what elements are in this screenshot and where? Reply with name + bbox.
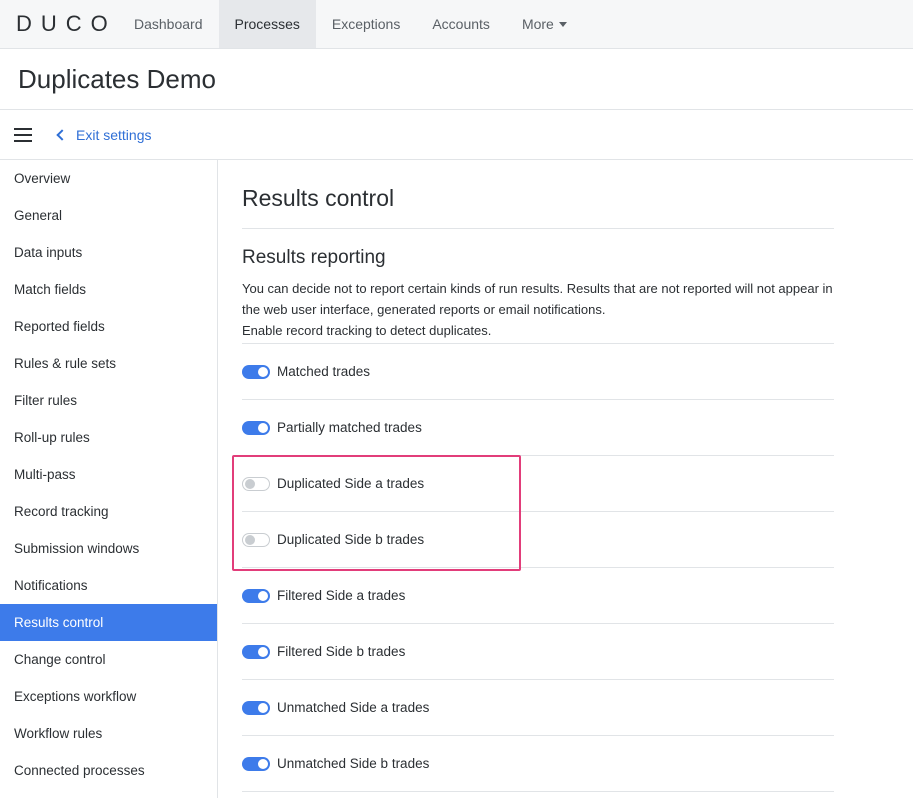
nav-dashboard[interactable]: Dashboard [118, 0, 219, 48]
sidebar-item-submission-windows[interactable]: Submission windows [0, 530, 217, 567]
toggle-label: Filtered Side a trades [277, 588, 406, 603]
toggle-switch-partially-matched[interactable] [242, 420, 270, 435]
sidebar-item-match-fields[interactable]: Match fields [0, 271, 217, 308]
sidebar-item-rollup-rules[interactable]: Roll-up rules [0, 419, 217, 456]
toggle-row-duplicated-side-a: Duplicated Side a trades [242, 456, 834, 512]
exit-settings-label: Exit settings [76, 126, 152, 143]
toggle-row-partially-matched: Partially matched trades [242, 400, 834, 456]
sidebar-item-data-inputs[interactable]: Data inputs [0, 234, 217, 271]
description: You can decide not to report certain kin… [242, 278, 834, 341]
toggle-switch-unmatched-side-a[interactable] [242, 700, 270, 715]
sidebar-item-overview[interactable]: Overview [0, 160, 217, 197]
settings-bar: Exit settings [0, 110, 913, 160]
nav-exceptions[interactable]: Exceptions [316, 0, 416, 48]
toggle-switch-filtered-side-a[interactable] [242, 588, 270, 603]
toggle-label: Unmatched Side a trades [277, 700, 430, 715]
toggle-list: Matched trades Partially matched trades … [242, 343, 834, 792]
toggle-label: Filtered Side b trades [277, 644, 406, 659]
sidebar-item-workflow-rules[interactable]: Workflow rules [0, 715, 217, 752]
toggle-label: Unmatched Side b trades [277, 756, 430, 771]
toggle-label: Matched trades [277, 364, 371, 379]
description-line-1: You can decide not to report certain kin… [242, 281, 833, 317]
hamburger-menu-icon[interactable] [14, 127, 32, 142]
toggle-switch-duplicated-side-a[interactable] [242, 476, 270, 491]
nav-accounts[interactable]: Accounts [416, 0, 506, 48]
sidebar-item-filter-rules[interactable]: Filter rules [0, 382, 217, 419]
settings-sidebar: Overview General Data inputs Match field… [0, 160, 218, 798]
nav-more[interactable]: More [506, 0, 583, 48]
chevron-left-icon [56, 128, 68, 141]
toggle-label: Duplicated Side a trades [277, 476, 425, 491]
sidebar-item-results-control[interactable]: Results control [0, 604, 217, 641]
toggle-row-filtered-side-b: Filtered Side b trades [242, 624, 834, 680]
top-nav: DUCO Dashboard Processes Exceptions Acco… [0, 0, 913, 49]
toggle-row-matched: Matched trades [242, 344, 834, 400]
toggle-switch-duplicated-side-b[interactable] [242, 532, 270, 547]
toggle-label: Duplicated Side b trades [277, 532, 425, 547]
sidebar-item-rules[interactable]: Rules & rule sets [0, 345, 217, 382]
toggle-switch-filtered-side-b[interactable] [242, 644, 270, 659]
toggle-switch-unmatched-side-b[interactable] [242, 756, 270, 771]
caret-down-icon [558, 21, 567, 27]
toggle-row-filtered-side-a: Filtered Side a trades [242, 568, 834, 624]
duco-logo[interactable]: DUCO [0, 0, 118, 48]
title-bar: Duplicates Demo [0, 49, 913, 110]
nav-processes[interactable]: Processes [218, 0, 316, 48]
sidebar-item-reported-fields[interactable]: Reported fields [0, 308, 217, 345]
main-content: Results control Results reporting You ca… [242, 160, 834, 792]
sidebar-item-general[interactable]: General [0, 197, 217, 234]
subsection-heading: Results reporting [242, 247, 386, 268]
sidebar-item-notifications[interactable]: Notifications [0, 567, 217, 604]
toggle-row-unmatched-side-b: Unmatched Side b trades [242, 736, 834, 792]
toggle-label: Partially matched trades [277, 420, 422, 435]
sidebar-item-multi-pass[interactable]: Multi-pass [0, 456, 217, 493]
sidebar-item-connected-processes[interactable]: Connected processes [0, 752, 217, 789]
section-heading: Results control [242, 185, 834, 229]
page-title: Duplicates Demo [18, 63, 216, 94]
nav-more-label: More [521, 16, 554, 32]
sidebar-item-exceptions-workflow[interactable]: Exceptions workflow [0, 678, 217, 715]
description-line-2: Enable record tracking to detect duplica… [242, 323, 492, 338]
sidebar-item-change-control[interactable]: Change control [0, 641, 217, 678]
toggle-row-unmatched-side-a: Unmatched Side a trades [242, 680, 834, 736]
toggle-row-duplicated-side-b: Duplicated Side b trades [242, 512, 834, 568]
toggle-switch-matched[interactable] [242, 364, 270, 379]
exit-settings-link[interactable]: Exit settings [54, 127, 151, 143]
sidebar-item-record-tracking[interactable]: Record tracking [0, 493, 217, 530]
